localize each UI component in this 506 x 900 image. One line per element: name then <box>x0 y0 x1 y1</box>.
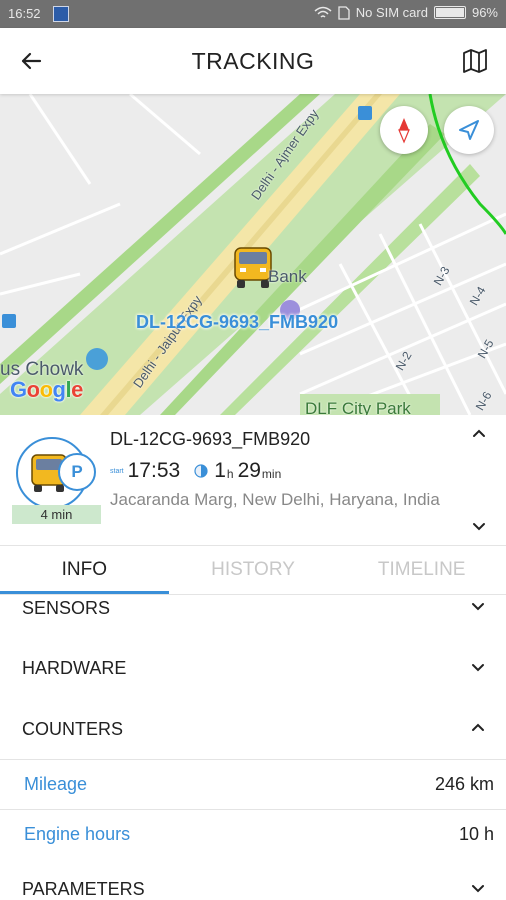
duration-minutes-unit: min <box>261 467 282 481</box>
map-place-label: Bank <box>268 267 307 286</box>
section-hardware-label: HARDWARE <box>22 658 127 678</box>
tab-timeline[interactable]: TIMELINE <box>337 546 506 594</box>
chevron-down-icon[interactable] <box>470 519 488 533</box>
section-hardware[interactable]: HARDWARE <box>0 638 506 699</box>
map-view[interactable]: Delhi - Ajmer Expy Delhi - Jaipur Expy B… <box>0 94 506 415</box>
section-counters-label: COUNTERS <box>22 719 124 739</box>
start-time: 17:53 <box>127 459 181 482</box>
chevron-up-icon <box>472 723 484 731</box>
section-counters[interactable]: COUNTERS <box>0 698 506 760</box>
start-tag: start <box>110 467 124 475</box>
compass-icon <box>398 118 410 144</box>
chevron-down-icon <box>472 885 484 893</box>
chevron-down-icon <box>472 664 484 672</box>
vehicle-info-panel[interactable]: P 4 min DL-12CG-9693_FMB920 start 17:53 … <box>0 415 506 546</box>
battery-icon <box>433 6 466 19</box>
page-title: TRACKING <box>191 48 315 74</box>
section-parameters[interactable]: PARAMETERS <box>0 859 506 900</box>
map-place-label: DLF City Park <box>305 399 411 415</box>
section-sensors[interactable]: SENSORS <box>0 595 506 639</box>
counter-label[interactable]: Mileage <box>24 774 87 795</box>
parking-badge: P <box>58 453 96 491</box>
chevron-up-icon[interactable] <box>470 427 488 441</box>
my-location-button[interactable] <box>444 106 494 154</box>
tab-info[interactable]: INFO <box>0 546 169 594</box>
compass-button[interactable] <box>380 106 428 154</box>
wifi-icon <box>314 6 332 18</box>
counter-label[interactable]: Engine hours <box>24 824 130 845</box>
tab-history[interactable]: HISTORY <box>169 546 338 594</box>
notification-app-icon <box>53 6 69 22</box>
status-right: No SIM card 96% <box>314 5 498 20</box>
app-toolbar: TRACKING <box>0 28 506 94</box>
section-parameters-label: PARAMETERS <box>22 879 145 899</box>
google-logo: Google <box>10 377 83 402</box>
navigation-arrow-icon <box>459 120 479 140</box>
counter-value: 10 h <box>458 824 494 844</box>
status-time: 16:52 <box>8 6 41 21</box>
vehicle-address: Jacaranda Marg, New Delhi, Haryana, Indi… <box>110 490 440 509</box>
section-sensors-label: SENSORS <box>22 598 111 618</box>
sim-icon <box>338 5 350 20</box>
duration-minutes: 29 <box>237 459 261 482</box>
vehicle-name: DL-12CG-9693_FMB920 <box>110 429 311 449</box>
battery-text: 96% <box>471 5 498 20</box>
clock-icon <box>194 464 208 478</box>
status-bar: 16:52 No SIM card 96% <box>0 0 506 28</box>
map-icon[interactable] <box>462 48 488 74</box>
counter-value: 246 km <box>434 774 494 794</box>
counter-row: Mileage 246 km <box>0 759 506 810</box>
counter-row: Engine hours 10 h <box>0 809 506 860</box>
duration-hours-unit: h <box>226 467 234 481</box>
tab-bar: INFO HISTORY TIMELINE <box>0 546 506 595</box>
duration-hours: 1 <box>214 459 226 482</box>
vehicle-time-row: start 17:53 1 h 29 min <box>110 459 285 483</box>
chevron-down-icon <box>472 603 484 611</box>
map-vehicle-label: DL-12CG-9693_FMB920 <box>136 312 339 332</box>
stop-duration-badge: 4 min <box>12 505 101 524</box>
carrier-text: No SIM card <box>355 5 428 20</box>
